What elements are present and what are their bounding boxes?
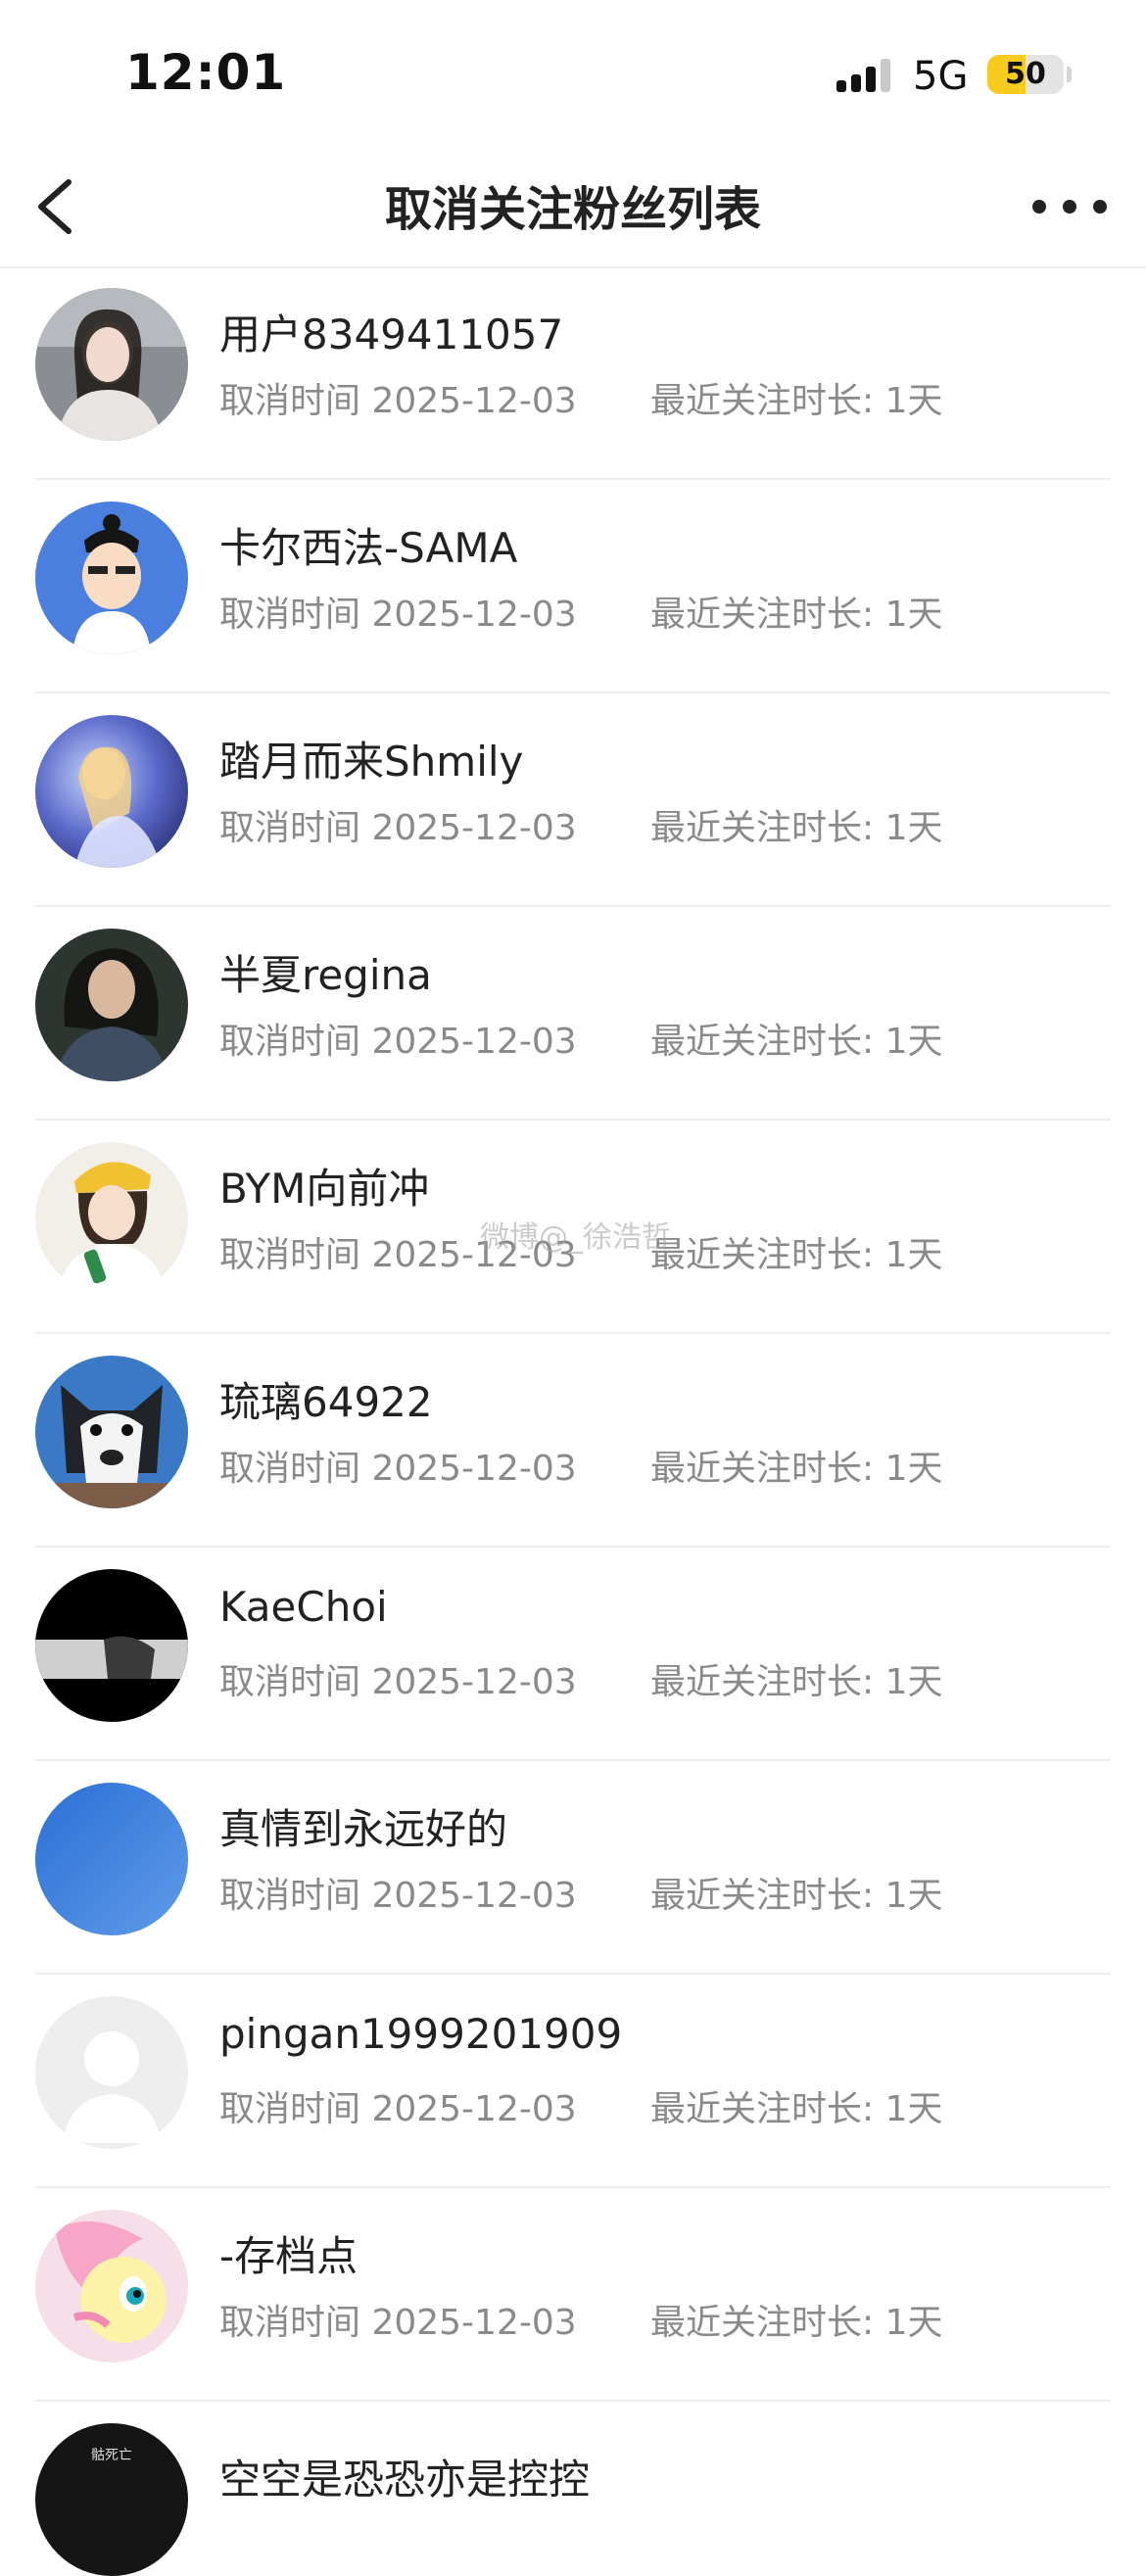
user-name: BYM向前冲	[219, 1165, 430, 1213]
user-name: 空空是恐恐亦是控控	[219, 2456, 591, 2504]
battery-tip	[1067, 67, 1072, 82]
follow-duration: 最近关注时长: 1天	[650, 1662, 943, 1702]
avatar	[35, 929, 188, 1081]
status-time: 12:01	[125, 44, 287, 101]
user-name: 踏月而来Shmily	[219, 738, 524, 786]
user-name: KaeChoi	[219, 1583, 388, 1631]
signal-strength-icon	[836, 59, 893, 92]
list-item[interactable]: 卡尔西法-SAMA 取消时间 2025-12-03 最近关注时长: 1天	[0, 480, 1146, 693]
user-name: 琉璃64922	[219, 1378, 433, 1426]
follow-duration: 最近关注时长: 1天	[650, 1022, 943, 1062]
avatar	[35, 1996, 188, 2149]
list-item[interactable]: 用户8349411057 取消时间 2025-12-03 最近关注时长: 1天	[0, 266, 1146, 480]
list-item[interactable]: 骷死亡 空空是恐恐亦是控控	[0, 2402, 1146, 2576]
battery-icon: 50	[987, 55, 1064, 94]
avatar	[35, 2210, 188, 2362]
follow-duration: 最近关注时长: 1天	[650, 2089, 943, 2129]
list-item[interactable]: -存档点 取消时间 2025-12-03 最近关注时长: 1天	[0, 2188, 1146, 2402]
follow-duration: 最近关注时长: 1天	[650, 808, 943, 848]
avatar	[35, 715, 188, 868]
follow-duration: 最近关注时长: 1天	[650, 381, 943, 421]
list-item[interactable]: 琉璃64922 取消时间 2025-12-03 最近关注时长: 1天	[0, 1334, 1146, 1548]
page-title: 取消关注粉丝列表	[384, 182, 761, 237]
list-item[interactable]: 真情到永远好的 取消时间 2025-12-03 最近关注时长: 1天	[0, 1761, 1146, 1975]
nav-bar: 取消关注粉丝列表	[0, 147, 1146, 268]
cancel-time: 取消时间 2025-12-03	[219, 1022, 577, 1062]
avatar	[35, 1569, 188, 1722]
cancel-time: 取消时间 2025-12-03	[219, 808, 577, 848]
cancel-time: 取消时间 2025-12-03	[219, 595, 577, 635]
follow-duration: 最近关注时长: 1天	[650, 595, 943, 635]
list-item[interactable]: 踏月而来Shmily 取消时间 2025-12-03 最近关注时长: 1天	[0, 693, 1146, 907]
watermark: 微博@_徐浩哲	[480, 1220, 671, 1255]
avatar	[35, 1142, 188, 1295]
cancel-time: 取消时间 2025-12-03	[219, 1449, 577, 1489]
avatar	[35, 501, 188, 654]
user-name: -存档点	[219, 2232, 358, 2280]
avatar: 骷死亡	[35, 2423, 188, 2576]
cancel-time: 取消时间 2025-12-03	[219, 1662, 577, 1702]
avatar	[35, 1783, 188, 1935]
more-options-button[interactable]	[1030, 186, 1109, 225]
network-type: 5G	[913, 54, 969, 99]
unfollowed-fans-list: 用户8349411057 取消时间 2025-12-03 最近关注时长: 1天 …	[0, 266, 1146, 2576]
cancel-time: 取消时间 2025-12-03	[219, 2303, 577, 2343]
user-name: 半夏regina	[219, 951, 432, 999]
avatar	[35, 288, 188, 441]
follow-duration: 最近关注时长: 1天	[650, 1876, 943, 1916]
avatar-text: 骷死亡	[91, 2448, 132, 2463]
cancel-time: 取消时间 2025-12-03	[219, 381, 577, 421]
user-name: 真情到永远好的	[219, 1805, 508, 1853]
status-bar: 12:01 5G 50	[0, 0, 1146, 147]
user-name: 用户8349411057	[219, 310, 564, 358]
cancel-time: 取消时间 2025-12-03	[219, 1876, 577, 1916]
back-button[interactable]	[27, 172, 96, 241]
list-item[interactable]: pingan1999201909 取消时间 2025-12-03 最近关注时长:…	[0, 1975, 1146, 2188]
list-item[interactable]: KaeChoi 取消时间 2025-12-03 最近关注时长: 1天	[0, 1548, 1146, 1761]
user-name: 卡尔西法-SAMA	[219, 524, 518, 572]
battery-level: 50	[1005, 57, 1046, 91]
cancel-time: 取消时间 2025-12-03	[219, 2089, 577, 2129]
list-item[interactable]: 半夏regina 取消时间 2025-12-03 最近关注时长: 1天	[0, 907, 1146, 1121]
avatar	[35, 1356, 188, 1508]
follow-duration: 最近关注时长: 1天	[650, 1235, 943, 1275]
follow-duration: 最近关注时长: 1天	[650, 1449, 943, 1489]
follow-duration: 最近关注时长: 1天	[650, 2303, 943, 2343]
user-name: pingan1999201909	[219, 2010, 623, 2058]
chevron-left-icon	[38, 179, 72, 234]
